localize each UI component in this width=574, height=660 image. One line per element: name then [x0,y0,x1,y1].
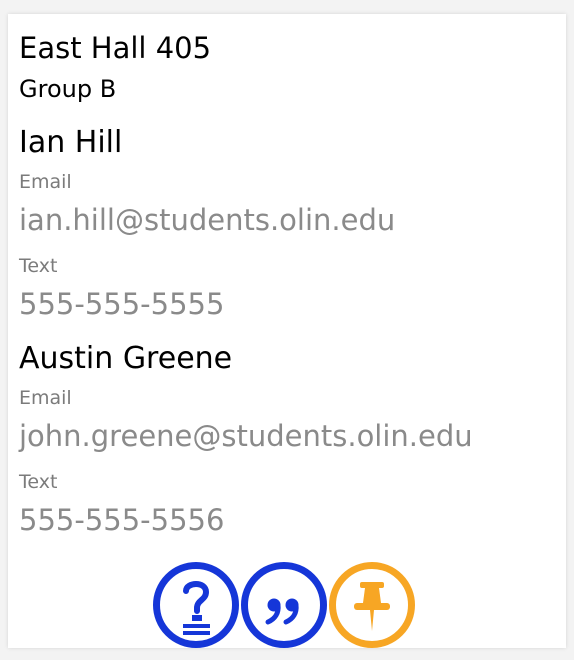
phone-value[interactable]: 555-555-5556 [19,502,224,538]
email-value[interactable]: john.greene@students.olin.edu [19,418,473,454]
contact-name: Ian Hill [19,125,123,160]
quote-icon [265,598,299,625]
email-label: Email [19,171,72,193]
room-title: East Hall 405 [19,31,212,65]
quote-button[interactable] [241,562,327,648]
action-bar [8,560,566,650]
email-value[interactable]: ian.hill@students.olin.edu [19,202,395,238]
room-card: East Hall 405 Group B Ian Hill Email ian… [8,14,566,648]
pin-button[interactable] [329,562,415,648]
pushpin-icon [354,582,390,631]
question-icon [183,581,210,635]
email-label: Email [19,387,72,409]
help-button[interactable] [153,562,239,648]
contact-name: Austin Greene [19,341,233,376]
phone-value[interactable]: 555-555-5555 [19,286,224,322]
group-title: Group B [19,75,117,103]
text-label: Text [19,255,58,277]
text-label: Text [19,471,58,493]
